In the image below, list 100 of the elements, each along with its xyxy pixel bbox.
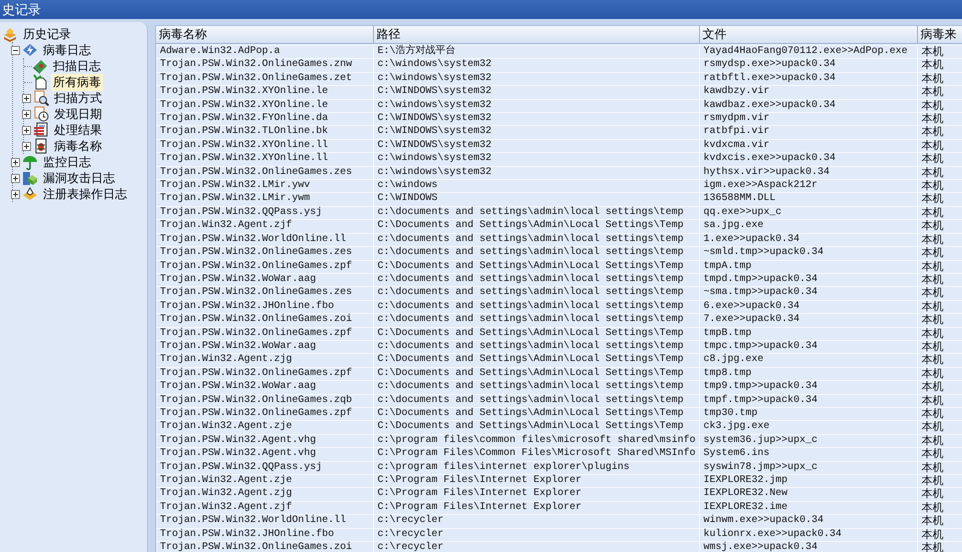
table-cell: c:\windows\system32 xyxy=(373,72,699,86)
table-cell: c:\recycler xyxy=(373,542,699,552)
table-cell: Trojan.PSW.Win32.OnlineGames.zpf xyxy=(156,407,373,421)
table-cell: rsmydsp.exe>>upack0.34 xyxy=(699,58,917,72)
table-cell: Trojan.PSW.Win32.WoWar.aag xyxy=(156,340,373,354)
table-cell: Trojan.Win32.Agent.zje xyxy=(156,420,373,434)
table-cell: 本机 xyxy=(917,488,962,502)
table-cell: c:\documents and settings\admin\local settings\temp xyxy=(373,233,699,247)
table-cell: IEXPLORE32.New xyxy=(699,488,917,502)
expand-icon[interactable] xyxy=(22,94,31,102)
tree-item[interactable]: 病毒日志 xyxy=(41,42,93,58)
expand-icon[interactable] xyxy=(22,142,31,150)
table-cell: C:\Program Files\Internet Explorer xyxy=(373,488,699,502)
expand-icon[interactable] xyxy=(11,174,20,182)
table-cell: System6.ins xyxy=(699,448,917,462)
table-cell: Trojan.PSW.Win32.OnlineGames.zpf xyxy=(156,327,373,340)
table-cell: c:\windows\system32 xyxy=(373,58,699,72)
table-cell: Trojan.PSW.Win32.OnlineGames.zes xyxy=(156,166,373,180)
table-cell: Trojan.PSW.Win32.Agent.vhg xyxy=(156,448,373,462)
table-cell: c:\windows\system32 xyxy=(373,166,699,180)
table-cell: C:\WINDOWS xyxy=(373,192,699,206)
table-cell: kvdxcis.exe>>upack0.34 xyxy=(699,152,917,166)
expand-icon[interactable] xyxy=(11,190,20,198)
table-cell: c:\program files\internet explorer\plugins xyxy=(373,461,699,474)
table-cell: 本机 xyxy=(917,86,962,100)
tree-item[interactable]: 监控日志 xyxy=(41,154,93,170)
expand-icon[interactable] xyxy=(22,110,31,118)
table-cell: 本机 xyxy=(917,112,962,126)
table-cell: c:\documents and settings\admin\local settings\temp xyxy=(373,394,699,408)
table-cell: 本机 xyxy=(917,380,962,394)
table-cell: Trojan.PSW.Win32.XYOnline.le xyxy=(156,99,373,113)
table-cell: 本机 xyxy=(917,286,962,300)
table-cell: C:\Documents and Settings\Admin\Local Settings\Temp xyxy=(373,220,699,234)
table-cell: Trojan.Win32.Agent.zje xyxy=(156,474,373,488)
table-cell: ratbftl.exe>>upack0.34 xyxy=(699,72,917,86)
table-cell: Trojan.PSW.Win32.Agent.vhg xyxy=(156,434,373,448)
table-cell: qq.exe>>upx_c xyxy=(699,206,917,220)
table-cell: Adware.Win32.AdPop.a xyxy=(156,46,373,59)
tree-item[interactable]: 病毒名称 xyxy=(52,138,104,154)
table-cell: IEXPLORE32.jmp xyxy=(699,474,917,488)
table-cell: Trojan.PSW.Win32.OnlineGames.zpf xyxy=(156,260,373,274)
umbrella-icon xyxy=(22,154,38,170)
expand-icon[interactable] xyxy=(11,158,20,166)
document-icon xyxy=(32,74,48,90)
table-cell: 本机 xyxy=(917,501,962,515)
table-cell: 本机 xyxy=(917,448,962,462)
table-cell: 本机 xyxy=(917,273,962,287)
table-cell: 本机 xyxy=(917,220,962,234)
column-header[interactable]: 路径 xyxy=(373,26,699,44)
table-cell: 本机 xyxy=(917,407,962,421)
expand-icon[interactable] xyxy=(22,126,31,134)
table-cell: C:\Documents and Settings\Admin\Local Settings\Temp xyxy=(373,420,699,434)
table-cell: 本机 xyxy=(917,394,962,408)
clock-icon xyxy=(33,106,49,122)
column-header[interactable]: 病毒名称 xyxy=(156,26,373,44)
tree-item[interactable]: 所有病毒 xyxy=(51,74,103,90)
table-cell: hythsx.vir>>upack0.34 xyxy=(699,166,917,180)
table-cell: Trojan.PSW.Win32.TLOnline.bk xyxy=(156,126,373,140)
table-cell: Trojan.PSW.Win32.LMir.ywv xyxy=(156,180,373,193)
table-cell: c:\recycler xyxy=(373,528,699,542)
table-cell: Trojan.PSW.Win32.QQPass.ysj xyxy=(156,461,373,474)
table-cell: C:\Documents and Settings\Admin\Local Settings\Temp xyxy=(373,367,699,381)
table-cell: c:\documents and settings\admin\local settings\temp xyxy=(373,380,699,394)
table-cell: kawdbaz.exe>>upack0.34 xyxy=(699,99,917,113)
table-cell: Trojan.PSW.Win32.OnlineGames.zoi xyxy=(156,314,373,328)
tree-item[interactable]: 扫描方式 xyxy=(52,90,104,106)
tree-item[interactable]: 漏洞攻击日志 xyxy=(41,170,117,186)
table-cell: C:\WINDOWS\system32 xyxy=(373,112,699,126)
table-cell: Trojan.Win32.Agent.zjf xyxy=(156,501,373,515)
table-cell: C:\Documents and Settings\Admin\Local Settings\Temp xyxy=(373,327,699,340)
list-icon xyxy=(33,122,49,138)
tree-item[interactable]: 扫描日志 xyxy=(51,58,103,74)
table-cell: tmp8.tmp xyxy=(699,367,917,381)
column-header[interactable]: 病毒来 xyxy=(917,26,962,44)
table-cell: E:\浩方对战平台 xyxy=(373,46,699,59)
table-cell: 本机 xyxy=(917,367,962,381)
table-cell: 6.exe>>upack0.34 xyxy=(699,300,917,314)
table-cell: 本机 xyxy=(917,206,962,220)
tree-item[interactable]: 历史记录 xyxy=(21,26,73,42)
collapse-icon[interactable] xyxy=(11,46,20,54)
table-cell: Trojan.PSW.Win32.OnlineGames.zpf xyxy=(156,367,373,381)
table-cell: Trojan.PSW.Win32.WorldOnline.ll xyxy=(156,233,373,247)
table-cell: winwm.exe>>upack0.34 xyxy=(699,514,917,528)
table-cell: C:\Documents and Settings\Admin\Local Settings\Temp xyxy=(373,354,699,368)
tree-item[interactable]: 处理结果 xyxy=(52,122,104,138)
tree-item[interactable]: 发现日期 xyxy=(52,106,104,122)
table-cell: 7.exe>>upack0.34 xyxy=(699,314,917,328)
tree-item[interactable]: 注册表操作日志 xyxy=(41,186,129,202)
table-cell: Trojan.PSW.Win32.JHOnline.fbo xyxy=(156,528,373,542)
table-cell: c:\windows xyxy=(373,180,699,193)
table-cell: 本机 xyxy=(917,192,962,206)
column-header[interactable]: 文件 xyxy=(699,26,917,44)
table-cell: c:\documents and settings\admin\local settings\temp xyxy=(373,314,699,328)
magnifier-icon xyxy=(33,90,49,106)
table-cell: 1.exe>>upack0.34 xyxy=(699,233,917,247)
table-cell: c:\recycler xyxy=(373,514,699,528)
table-cell: 本机 xyxy=(917,139,962,153)
table-cell: Trojan.PSW.Win32.OnlineGames.zqb xyxy=(156,394,373,408)
table-cell: C:\Program Files\Common Files\Microsoft Shared\MSInfo xyxy=(373,448,699,462)
table-cell: tmp30.tmp xyxy=(699,407,917,421)
